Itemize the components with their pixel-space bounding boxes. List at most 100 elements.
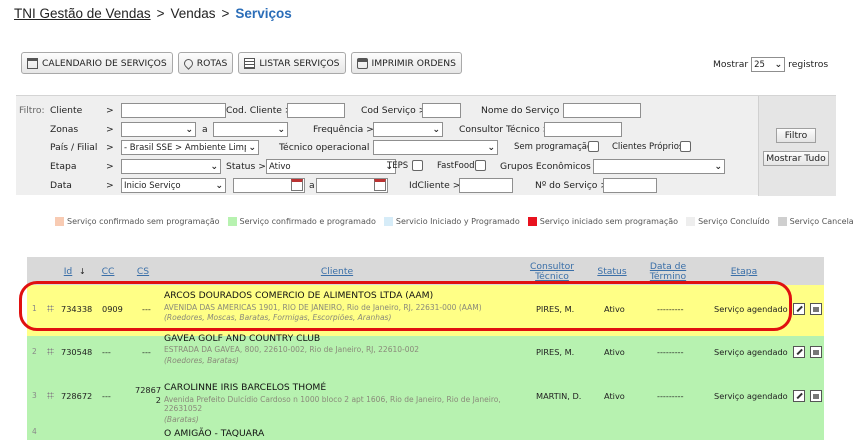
- codservico-input[interactable]: [422, 103, 461, 118]
- clientesproprios-checkbox[interactable]: [680, 141, 691, 152]
- page-size-control: Mostrar 25 ⌄ registros: [713, 57, 828, 72]
- legend-item: Serviço iniciado sem programação: [527, 217, 678, 226]
- chevron-down-icon: ⌄: [714, 161, 722, 172]
- print-icon[interactable]: [810, 390, 822, 402]
- arrow: >: [106, 180, 114, 191]
- grupos-select[interactable]: ⌄: [593, 159, 725, 174]
- col-id-header[interactable]: Id: [58, 267, 78, 277]
- frequencia-select[interactable]: ⌄: [373, 122, 443, 137]
- a-label: a: [202, 124, 208, 135]
- list-icon: [244, 57, 256, 69]
- legend-item: Serviço Cancelado: [777, 217, 853, 226]
- pais-value: - Brasil SSE > Ambiente Limp...: [124, 142, 247, 153]
- cell-cs: ---: [142, 347, 151, 357]
- page-title: Serviços: [235, 6, 292, 21]
- etapa-select[interactable]: ⌄: [121, 159, 221, 174]
- codcliente-label: Cod. Cliente >: [226, 105, 293, 116]
- cliente-input[interactable]: [121, 103, 226, 118]
- legend-swatch: [383, 217, 393, 226]
- cell-data-termino: ---------: [657, 347, 684, 357]
- nservico-input[interactable]: [603, 178, 657, 193]
- cell-cliente-address: Avenida Prefeito Dulcídio Cardoso n 1000…: [164, 395, 501, 413]
- status-select[interactable]: Ativo ⌄: [266, 159, 396, 174]
- cliente-label: Cliente: [50, 105, 83, 116]
- col-etapa-header[interactable]: Etapa: [724, 267, 764, 277]
- cell-etapa: Serviço agendado: [714, 391, 788, 401]
- nomeservico-label: Nome do Serviço >: [481, 105, 570, 116]
- tecnico-select[interactable]: ⌄: [373, 140, 498, 155]
- zona-from-select[interactable]: ⌄: [121, 122, 196, 137]
- fastfood-label: FastFood: [437, 161, 475, 171]
- col-datatermino-header[interactable]: Data de Término: [645, 262, 691, 282]
- print-orders-label: IMPRIMIR ORDENS: [371, 57, 456, 69]
- pais-label: País / Filial: [50, 142, 98, 153]
- col-status-header[interactable]: Status: [592, 267, 632, 277]
- cell-cliente-name[interactable]: CAROLINNE IRIS BARCELOS THOMÉ: [164, 382, 326, 393]
- filter-panel: Filtro: Cliente > Cod. Cliente > Cod Ser…: [16, 95, 836, 196]
- codcliente-input[interactable]: [287, 103, 345, 118]
- show-all-button[interactable]: Mostrar Tudo: [763, 151, 829, 166]
- semprog-checkbox[interactable]: [588, 141, 599, 152]
- col-cliente-header[interactable]: Cliente: [297, 267, 377, 277]
- data-type-select[interactable]: Inicio Serviço ⌄: [121, 178, 226, 193]
- codservico-label: Cod Serviço >: [361, 105, 427, 116]
- calendar-icon[interactable]: [374, 179, 386, 191]
- breadcrumb-root-link[interactable]: TNI Gestão de Vendas: [14, 6, 151, 21]
- chevron-down-icon: ⌄: [248, 142, 256, 153]
- cell-status: Ativo: [604, 347, 625, 357]
- cell-status: Ativo: [604, 391, 625, 401]
- edit-icon[interactable]: [793, 346, 805, 358]
- filter-title: Filtro:: [19, 105, 45, 116]
- semprog-label: Sem programação: [514, 142, 593, 152]
- teps-checkbox[interactable]: [412, 160, 423, 171]
- edit-icon[interactable]: [793, 303, 805, 315]
- drag-handle-icon[interactable]: [47, 348, 54, 355]
- idcliente-input[interactable]: [459, 178, 513, 193]
- cell-cliente-name[interactable]: GAVEA GOLF AND COUNTRY CLUB: [164, 333, 320, 344]
- col-cs-header[interactable]: CS: [133, 267, 153, 277]
- legend-swatch: [55, 217, 64, 226]
- table-row[interactable]: 3 728672 --- 72867 2 MARTIN, D. Ativo --------…: [27, 377, 824, 425]
- list-services-button[interactable]: LISTAR SERVIÇOS: [238, 52, 346, 74]
- col-consultor-header[interactable]: Consultor Técnico: [521, 262, 583, 282]
- breadcrumb-vendas[interactable]: Vendas: [170, 6, 215, 21]
- chevron-down-icon: ⌄: [215, 180, 223, 191]
- page-size-select[interactable]: 25 ⌄: [751, 57, 786, 72]
- printer-icon: [356, 57, 368, 69]
- print-orders-button[interactable]: IMPRIMIR ORDENS: [350, 52, 462, 74]
- consultor-input[interactable]: [544, 122, 622, 137]
- legend-item: Serviço confirmado sem programação: [55, 217, 220, 226]
- table-row[interactable]: 4 O AMIGÃO - TAQUARA: [27, 425, 824, 440]
- fastfood-checkbox[interactable]: [475, 160, 486, 171]
- nservico-label: Nº do Serviço >: [535, 180, 609, 191]
- filter-button[interactable]: Filtro: [776, 128, 816, 143]
- nomeservico-input[interactable]: [563, 103, 641, 118]
- teps-label: TEPS: [387, 161, 409, 171]
- cell-cliente-name[interactable]: O AMIGÃO - TAQUARA: [164, 428, 264, 439]
- cell-data-termino: ---------: [657, 391, 684, 401]
- col-cc-header[interactable]: CC: [98, 267, 118, 277]
- chevron-down-icon: ⌄: [432, 124, 440, 135]
- table-row[interactable]: 2 730548 --- --- PIRES, M. Ativo --------- Serv…: [27, 333, 824, 377]
- cell-etapa: Serviço agendado: [714, 347, 788, 357]
- arrow: >: [106, 124, 114, 135]
- calendar-services-button[interactable]: CALENDARIO DE SERVIÇOS: [21, 52, 173, 74]
- edit-icon[interactable]: [793, 390, 805, 402]
- pais-select[interactable]: - Brasil SSE > Ambiente Limp... ⌄: [121, 140, 259, 155]
- legend-label: Servicio Iniciado y Programado: [395, 217, 520, 226]
- print-icon[interactable]: [810, 303, 822, 315]
- arrow: >: [106, 142, 114, 153]
- cell-cliente-address: ESTRADA DA GAVEA, 800, 22610-002, Rio de…: [164, 345, 420, 354]
- row-index: 2: [32, 347, 37, 356]
- map-pin-icon: [181, 56, 195, 70]
- legend-label: Serviço confirmado e programado: [239, 217, 376, 226]
- breadcrumb-separator: >: [221, 6, 230, 21]
- routes-button[interactable]: ROTAS: [177, 52, 234, 74]
- tecnico-label: Técnico operacional >: [279, 142, 381, 153]
- zona-to-select[interactable]: ⌄: [213, 122, 288, 137]
- drag-handle-icon[interactable]: [47, 392, 54, 399]
- legend-label: Serviço Concluído: [698, 217, 770, 226]
- calendar-icon[interactable]: [291, 179, 303, 191]
- print-icon[interactable]: [810, 346, 822, 358]
- chevron-down-icon: ⌄: [210, 161, 218, 172]
